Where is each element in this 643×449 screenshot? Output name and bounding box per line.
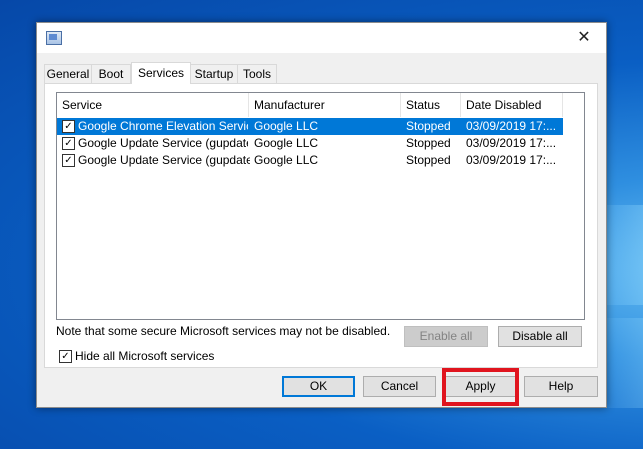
column-header-date-disabled[interactable]: Date Disabled xyxy=(461,93,563,117)
tab-services[interactable]: Services xyxy=(131,62,191,84)
service-checkbox[interactable]: ✓ xyxy=(62,137,75,150)
desktop-light-streak xyxy=(603,205,643,305)
column-header-status[interactable]: Status xyxy=(401,93,461,117)
column-header-manufacturer[interactable]: Manufacturer xyxy=(249,93,401,117)
service-manufacturer: Google LLC xyxy=(254,136,319,150)
service-date-disabled: 03/09/2019 17:... xyxy=(466,119,557,133)
table-row[interactable]: ✓ Google Chrome Elevation Service Google… xyxy=(57,118,563,135)
enable-all-button[interactable]: Enable all xyxy=(404,326,488,347)
cancel-button[interactable]: Cancel xyxy=(363,376,436,397)
service-name: Google Update Service (gupdatem) xyxy=(78,153,250,167)
service-manufacturer: Google LLC xyxy=(254,153,319,167)
system-configuration-dialog: ✕ General Boot Services Startup Tools Se… xyxy=(36,22,607,408)
apply-highlight-box xyxy=(442,368,519,406)
table-row[interactable]: ✓ Google Update Service (gupdatem) Googl… xyxy=(57,152,563,169)
title-bar: ✕ xyxy=(37,23,606,53)
service-date-disabled: 03/09/2019 17:... xyxy=(466,136,557,150)
service-status: Stopped xyxy=(406,119,451,133)
help-button[interactable]: Help xyxy=(524,376,598,397)
desktop-light-streak-lower xyxy=(603,318,643,408)
table-row[interactable]: ✓ Google Update Service (gupdate) Google… xyxy=(57,135,563,152)
tab-startup[interactable]: Startup xyxy=(190,64,238,83)
hide-microsoft-services-checkbox[interactable]: ✓ xyxy=(59,350,72,363)
hide-microsoft-services-label: Hide all Microsoft services xyxy=(75,349,215,363)
ok-button[interactable]: OK xyxy=(282,376,355,397)
service-name: Google Update Service (gupdate) xyxy=(78,136,248,150)
tab-tools[interactable]: Tools xyxy=(237,64,277,83)
msconfig-app-icon xyxy=(46,31,62,45)
service-manufacturer: Google LLC xyxy=(254,119,319,133)
service-date-disabled: 03/09/2019 17:... xyxy=(466,153,557,167)
close-icon: ✕ xyxy=(577,29,591,46)
close-button[interactable]: ✕ xyxy=(562,23,606,53)
service-status: Stopped xyxy=(406,136,451,150)
service-checkbox[interactable]: ✓ xyxy=(62,154,75,167)
tab-general[interactable]: General xyxy=(44,64,92,83)
service-checkbox[interactable]: ✓ xyxy=(62,120,75,133)
list-header: Service Manufacturer Status Date Disable… xyxy=(57,93,584,117)
tab-boot[interactable]: Boot xyxy=(91,64,131,83)
disable-all-button[interactable]: Disable all xyxy=(498,326,582,347)
column-header-service[interactable]: Service xyxy=(57,93,249,117)
services-panel: Service Manufacturer Status Date Disable… xyxy=(44,83,598,368)
service-name: Google Chrome Elevation Service xyxy=(78,119,248,133)
secure-services-note: Note that some secure Microsoft services… xyxy=(56,324,391,338)
services-list[interactable]: Service Manufacturer Status Date Disable… xyxy=(56,92,585,320)
service-status: Stopped xyxy=(406,153,451,167)
